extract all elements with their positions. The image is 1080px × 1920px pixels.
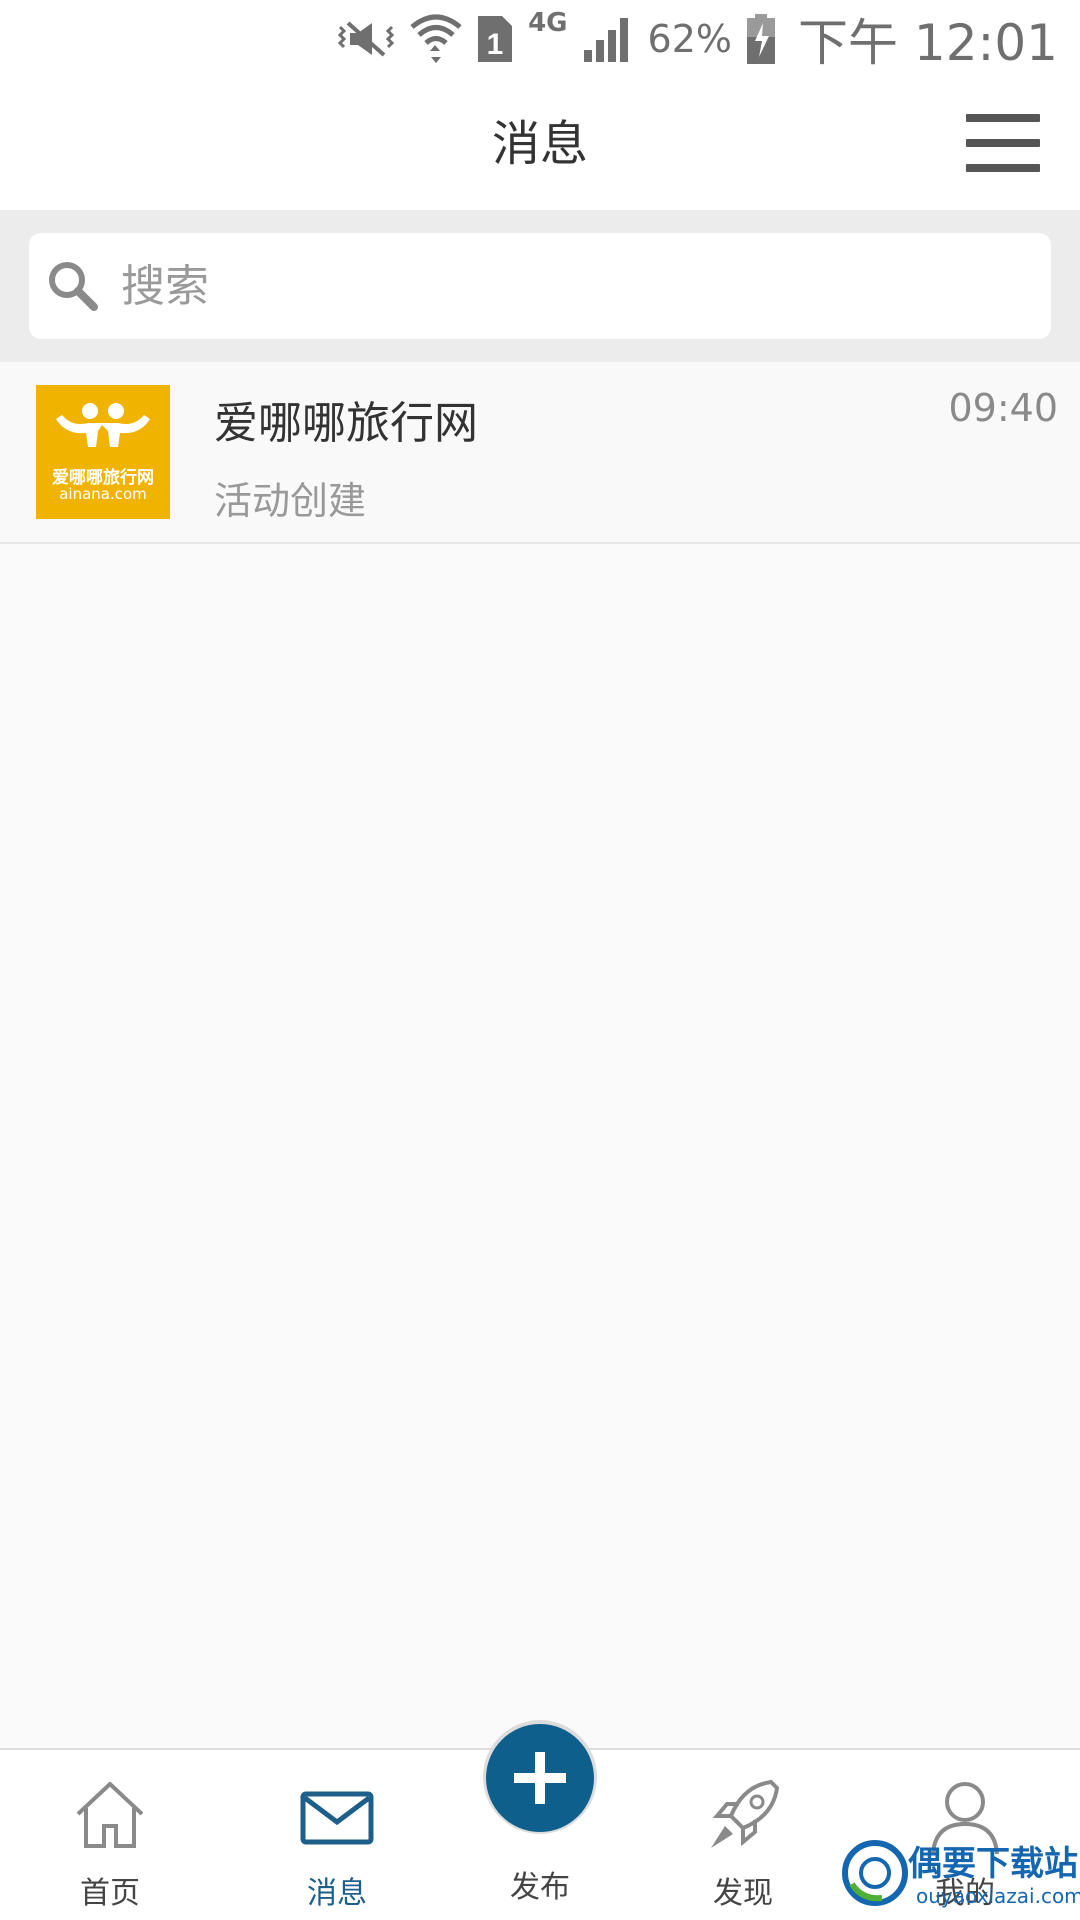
message-preview: 活动创建 [214, 479, 367, 523]
search-area [0, 210, 1080, 362]
svg-text:1: 1 [487, 28, 504, 61]
plus-icon [514, 1752, 566, 1804]
nav-item-discover[interactable]: 发现 [643, 1750, 843, 1920]
hamburger-menu-icon[interactable] [966, 106, 1040, 180]
publish-button[interactable] [486, 1724, 594, 1832]
nav-label-publish: 发布 [510, 1870, 570, 1905]
search-input[interactable] [121, 260, 1001, 312]
network-type-label: 4G [528, 8, 568, 38]
ainana-logo-icon [56, 403, 150, 447]
vibrate-mute-icon [336, 19, 396, 59]
nav-label-home: 首页 [80, 1876, 140, 1911]
nav-label-messages: 消息 [307, 1876, 367, 1911]
mail-icon [300, 1791, 374, 1845]
clock: 下午 12:01 [798, 14, 1058, 72]
battery-percent: 62% [647, 17, 732, 61]
watermark-url: ouyaoxiazai.com [916, 1884, 1080, 1908]
search-icon [49, 262, 98, 311]
status-bar: 1 4G 62% 下午 12:01 [0, 0, 1080, 78]
battery-charging-icon [746, 13, 776, 65]
wifi-icon [410, 11, 462, 67]
page-title: 消息 [491, 116, 588, 172]
watermark: 偶要下载站 ouyaoxiazai.com [838, 1836, 1080, 1920]
message-item[interactable]: 爱哪哪旅行网 ainana.com 爱哪哪旅行网 活动创建 09:40 [0, 362, 1080, 544]
rocket-icon [711, 1779, 780, 1848]
watermark-logo-icon [842, 1840, 908, 1906]
message-list: 爱哪哪旅行网 ainana.com 爱哪哪旅行网 活动创建 09:40 [0, 362, 1080, 544]
avatar: 爱哪哪旅行网 ainana.com [36, 385, 170, 519]
nav-item-home[interactable]: 首页 [10, 1750, 210, 1920]
sim-icon: 1 [476, 14, 514, 64]
home-icon [76, 1782, 144, 1848]
nav-item-messages[interactable]: 消息 [237, 1750, 437, 1920]
app-header: 消息 [0, 78, 1080, 210]
message-time: 09:40 [948, 386, 1058, 430]
avatar-brand-en: ainana.com [59, 485, 147, 503]
message-sender: 爱哪哪旅行网 [214, 398, 478, 449]
nav-label-discover: 发现 [713, 1876, 773, 1911]
search-box[interactable] [29, 233, 1051, 339]
signal-icon [582, 14, 634, 64]
watermark-title: 偶要下载站 [908, 1844, 1078, 1884]
